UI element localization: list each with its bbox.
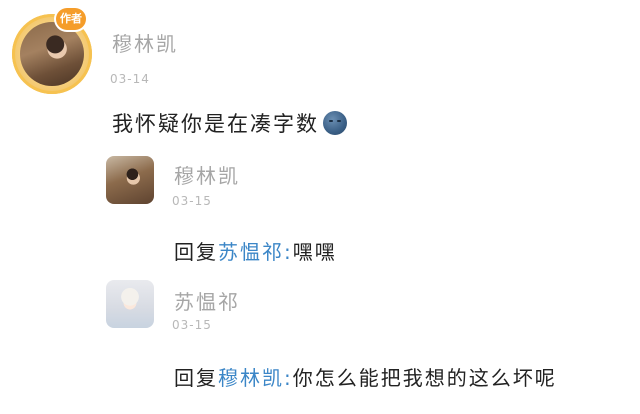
author-badge: 作者 [56, 8, 86, 30]
reply-text[interactable]: 回复穆林凯:你怎么能把我想的这么坏呢 [174, 362, 557, 391]
reply-target-link[interactable]: 苏愠祁: [218, 240, 293, 264]
comment-text[interactable]: 我怀疑你是在凑字数 [112, 108, 347, 138]
reply-date: 03-15 [172, 194, 212, 208]
reply-target-link[interactable]: 穆林凯: [218, 366, 293, 390]
reply-date: 03-15 [172, 318, 212, 332]
comment-date: 03-14 [110, 72, 150, 86]
comment-thread: 作者 穆林凯 03-14 我怀疑你是在凑字数 穆林凯 03-15 回复苏愠祁:嘿… [0, 0, 640, 414]
reply-author-name[interactable]: 穆林凯 [174, 160, 240, 189]
reply-text[interactable]: 回复苏愠祁:嘿嘿 [174, 236, 337, 265]
comment-body: 我怀疑你是在凑字数 [112, 112, 319, 136]
reply-body: 嘿嘿 [292, 240, 337, 264]
comment-author-name[interactable]: 穆林凯 [112, 28, 178, 57]
reply-author-name[interactable]: 苏愠祁 [174, 286, 240, 315]
reply-body: 你怎么能把我想的这么坏呢 [292, 366, 557, 390]
reply-prefix: 回复 [174, 366, 218, 390]
reply-prefix: 回复 [174, 240, 218, 264]
reply-avatar-su[interactable] [106, 280, 154, 328]
moon-face-emoji-icon [323, 111, 347, 135]
reply-avatar-mu[interactable] [106, 156, 154, 204]
avatar-photo [20, 22, 84, 86]
